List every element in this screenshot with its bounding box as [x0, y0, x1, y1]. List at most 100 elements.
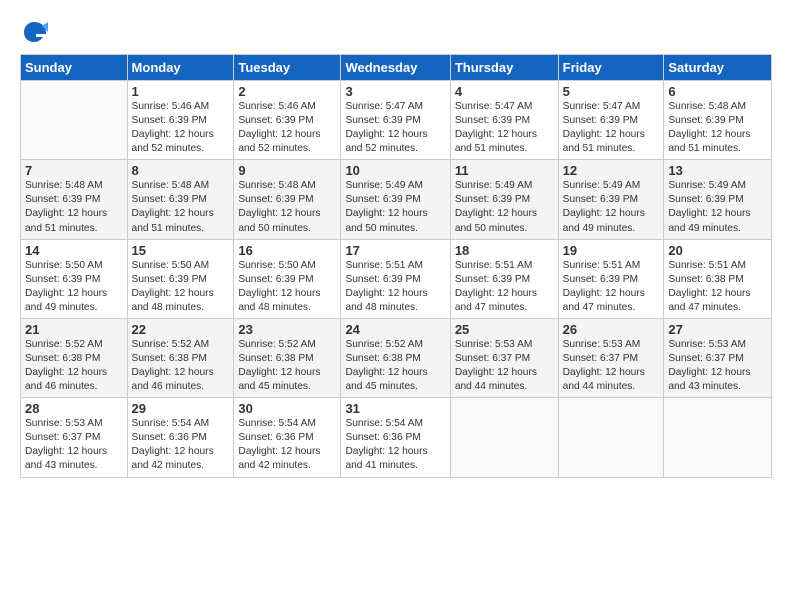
day-info: Sunrise: 5:48 AM Sunset: 6:39 PM Dayligh…	[25, 180, 107, 233]
day-number: 8	[132, 163, 230, 178]
day-info: Sunrise: 5:46 AM Sunset: 6:39 PM Dayligh…	[132, 101, 214, 154]
calendar-cell: 11 Sunrise: 5:49 AM Sunset: 6:39 PM Dayli…	[450, 160, 558, 239]
day-info: Sunrise: 5:53 AM Sunset: 6:37 PM Dayligh…	[563, 339, 645, 392]
day-info: Sunrise: 5:53 AM Sunset: 6:37 PM Dayligh…	[668, 339, 750, 392]
day-number: 14	[25, 243, 123, 258]
day-info: Sunrise: 5:46 AM Sunset: 6:39 PM Dayligh…	[238, 101, 320, 154]
day-number: 18	[455, 243, 554, 258]
calendar-cell: 26 Sunrise: 5:53 AM Sunset: 6:37 PM Dayli…	[558, 318, 664, 397]
weekday-header: Saturday	[664, 55, 772, 81]
calendar-week-row: 21 Sunrise: 5:52 AM Sunset: 6:38 PM Dayli…	[21, 318, 772, 397]
day-number: 16	[238, 243, 336, 258]
calendar-cell: 17 Sunrise: 5:51 AM Sunset: 6:39 PM Dayli…	[341, 239, 450, 318]
day-number: 7	[25, 163, 123, 178]
day-number: 29	[132, 401, 230, 416]
day-info: Sunrise: 5:54 AM Sunset: 6:36 PM Dayligh…	[132, 418, 214, 471]
calendar-table: SundayMondayTuesdayWednesdayThursdayFrid…	[20, 54, 772, 478]
day-number: 20	[668, 243, 767, 258]
page: SundayMondayTuesdayWednesdayThursdayFrid…	[0, 0, 792, 612]
day-number: 31	[345, 401, 445, 416]
weekday-header: Thursday	[450, 55, 558, 81]
calendar-cell	[21, 81, 128, 160]
day-info: Sunrise: 5:49 AM Sunset: 6:39 PM Dayligh…	[668, 180, 750, 233]
day-info: Sunrise: 5:54 AM Sunset: 6:36 PM Dayligh…	[238, 418, 320, 471]
weekday-header: Monday	[127, 55, 234, 81]
day-number: 26	[563, 322, 660, 337]
day-number: 3	[345, 84, 445, 99]
calendar-cell: 16 Sunrise: 5:50 AM Sunset: 6:39 PM Dayli…	[234, 239, 341, 318]
calendar-cell: 4 Sunrise: 5:47 AM Sunset: 6:39 PM Daylig…	[450, 81, 558, 160]
day-number: 22	[132, 322, 230, 337]
calendar-cell: 28 Sunrise: 5:53 AM Sunset: 6:37 PM Dayli…	[21, 398, 128, 477]
day-info: Sunrise: 5:52 AM Sunset: 6:38 PM Dayligh…	[25, 339, 107, 392]
day-number: 15	[132, 243, 230, 258]
day-info: Sunrise: 5:54 AM Sunset: 6:36 PM Dayligh…	[345, 418, 427, 471]
day-number: 28	[25, 401, 123, 416]
calendar-cell: 7 Sunrise: 5:48 AM Sunset: 6:39 PM Daylig…	[21, 160, 128, 239]
day-number: 11	[455, 163, 554, 178]
day-number: 17	[345, 243, 445, 258]
day-info: Sunrise: 5:48 AM Sunset: 6:39 PM Dayligh…	[238, 180, 320, 233]
day-number: 6	[668, 84, 767, 99]
calendar-cell: 20 Sunrise: 5:51 AM Sunset: 6:38 PM Dayli…	[664, 239, 772, 318]
day-number: 19	[563, 243, 660, 258]
day-number: 23	[238, 322, 336, 337]
day-number: 13	[668, 163, 767, 178]
day-info: Sunrise: 5:52 AM Sunset: 6:38 PM Dayligh…	[345, 339, 427, 392]
logo-icon	[20, 18, 48, 46]
calendar-cell: 30 Sunrise: 5:54 AM Sunset: 6:36 PM Dayli…	[234, 398, 341, 477]
calendar-cell: 24 Sunrise: 5:52 AM Sunset: 6:38 PM Dayli…	[341, 318, 450, 397]
day-info: Sunrise: 5:48 AM Sunset: 6:39 PM Dayligh…	[132, 180, 214, 233]
calendar-header-row: SundayMondayTuesdayWednesdayThursdayFrid…	[21, 55, 772, 81]
calendar-cell: 21 Sunrise: 5:52 AM Sunset: 6:38 PM Dayli…	[21, 318, 128, 397]
calendar-cell: 3 Sunrise: 5:47 AM Sunset: 6:39 PM Daylig…	[341, 81, 450, 160]
logo	[20, 18, 50, 46]
day-info: Sunrise: 5:50 AM Sunset: 6:39 PM Dayligh…	[25, 260, 107, 313]
day-info: Sunrise: 5:47 AM Sunset: 6:39 PM Dayligh…	[455, 101, 537, 154]
day-info: Sunrise: 5:51 AM Sunset: 6:38 PM Dayligh…	[668, 260, 750, 313]
calendar-cell: 25Sunrise: 5:53 AM Sunset: 6:37 PM Dayli…	[450, 318, 558, 397]
day-info: Sunrise: 5:47 AM Sunset: 6:39 PM Dayligh…	[345, 101, 427, 154]
day-info: Sunrise: 5:51 AM Sunset: 6:39 PM Dayligh…	[345, 260, 427, 313]
weekday-header: Wednesday	[341, 55, 450, 81]
day-info: Sunrise: 5:48 AM Sunset: 6:39 PM Dayligh…	[668, 101, 750, 154]
calendar-week-row: 14 Sunrise: 5:50 AM Sunset: 6:39 PM Dayli…	[21, 239, 772, 318]
calendar-cell: 31 Sunrise: 5:54 AM Sunset: 6:36 PM Dayli…	[341, 398, 450, 477]
day-info: Sunrise: 5:53 AM Sunset: 6:37 PM Dayligh…	[25, 418, 107, 471]
calendar-cell: 2 Sunrise: 5:46 AM Sunset: 6:39 PM Daylig…	[234, 81, 341, 160]
day-number: 2	[238, 84, 336, 99]
day-number: 30	[238, 401, 336, 416]
day-info: Sunrise: 5:53 AM Sunset: 6:37 PM Dayligh…	[455, 339, 537, 392]
calendar-cell: 13 Sunrise: 5:49 AM Sunset: 6:39 PM Dayli…	[664, 160, 772, 239]
calendar-cell	[664, 398, 772, 477]
calendar-cell: 8 Sunrise: 5:48 AM Sunset: 6:39 PM Daylig…	[127, 160, 234, 239]
calendar-cell: 18 Sunrise: 5:51 AM Sunset: 6:39 PM Dayli…	[450, 239, 558, 318]
calendar-cell	[558, 398, 664, 477]
day-info: Sunrise: 5:51 AM Sunset: 6:39 PM Dayligh…	[455, 260, 537, 313]
day-number: 12	[563, 163, 660, 178]
calendar-cell	[450, 398, 558, 477]
calendar-cell: 10 Sunrise: 5:49 AM Sunset: 6:39 PM Dayli…	[341, 160, 450, 239]
calendar-week-row: 28 Sunrise: 5:53 AM Sunset: 6:37 PM Dayli…	[21, 398, 772, 477]
calendar-cell: 15Sunrise: 5:50 AM Sunset: 6:39 PM Dayli…	[127, 239, 234, 318]
day-number: 27	[668, 322, 767, 337]
calendar-week-row: 1Sunrise: 5:46 AM Sunset: 6:39 PM Daylig…	[21, 81, 772, 160]
calendar-cell: 14 Sunrise: 5:50 AM Sunset: 6:39 PM Dayli…	[21, 239, 128, 318]
calendar-cell: 22Sunrise: 5:52 AM Sunset: 6:38 PM Dayli…	[127, 318, 234, 397]
day-number: 24	[345, 322, 445, 337]
calendar-cell: 12 Sunrise: 5:49 AM Sunset: 6:39 PM Dayli…	[558, 160, 664, 239]
weekday-header: Friday	[558, 55, 664, 81]
day-info: Sunrise: 5:50 AM Sunset: 6:39 PM Dayligh…	[238, 260, 320, 313]
day-number: 10	[345, 163, 445, 178]
day-info: Sunrise: 5:49 AM Sunset: 6:39 PM Dayligh…	[563, 180, 645, 233]
day-number: 4	[455, 84, 554, 99]
calendar-cell: 1Sunrise: 5:46 AM Sunset: 6:39 PM Daylig…	[127, 81, 234, 160]
calendar-cell: 23 Sunrise: 5:52 AM Sunset: 6:38 PM Dayli…	[234, 318, 341, 397]
day-info: Sunrise: 5:49 AM Sunset: 6:39 PM Dayligh…	[455, 180, 537, 233]
calendar-cell: 9Sunrise: 5:48 AM Sunset: 6:39 PM Daylig…	[234, 160, 341, 239]
day-number: 5	[563, 84, 660, 99]
day-info: Sunrise: 5:52 AM Sunset: 6:38 PM Dayligh…	[238, 339, 320, 392]
weekday-header: Sunday	[21, 55, 128, 81]
day-number: 21	[25, 322, 123, 337]
day-info: Sunrise: 5:49 AM Sunset: 6:39 PM Dayligh…	[345, 180, 427, 233]
